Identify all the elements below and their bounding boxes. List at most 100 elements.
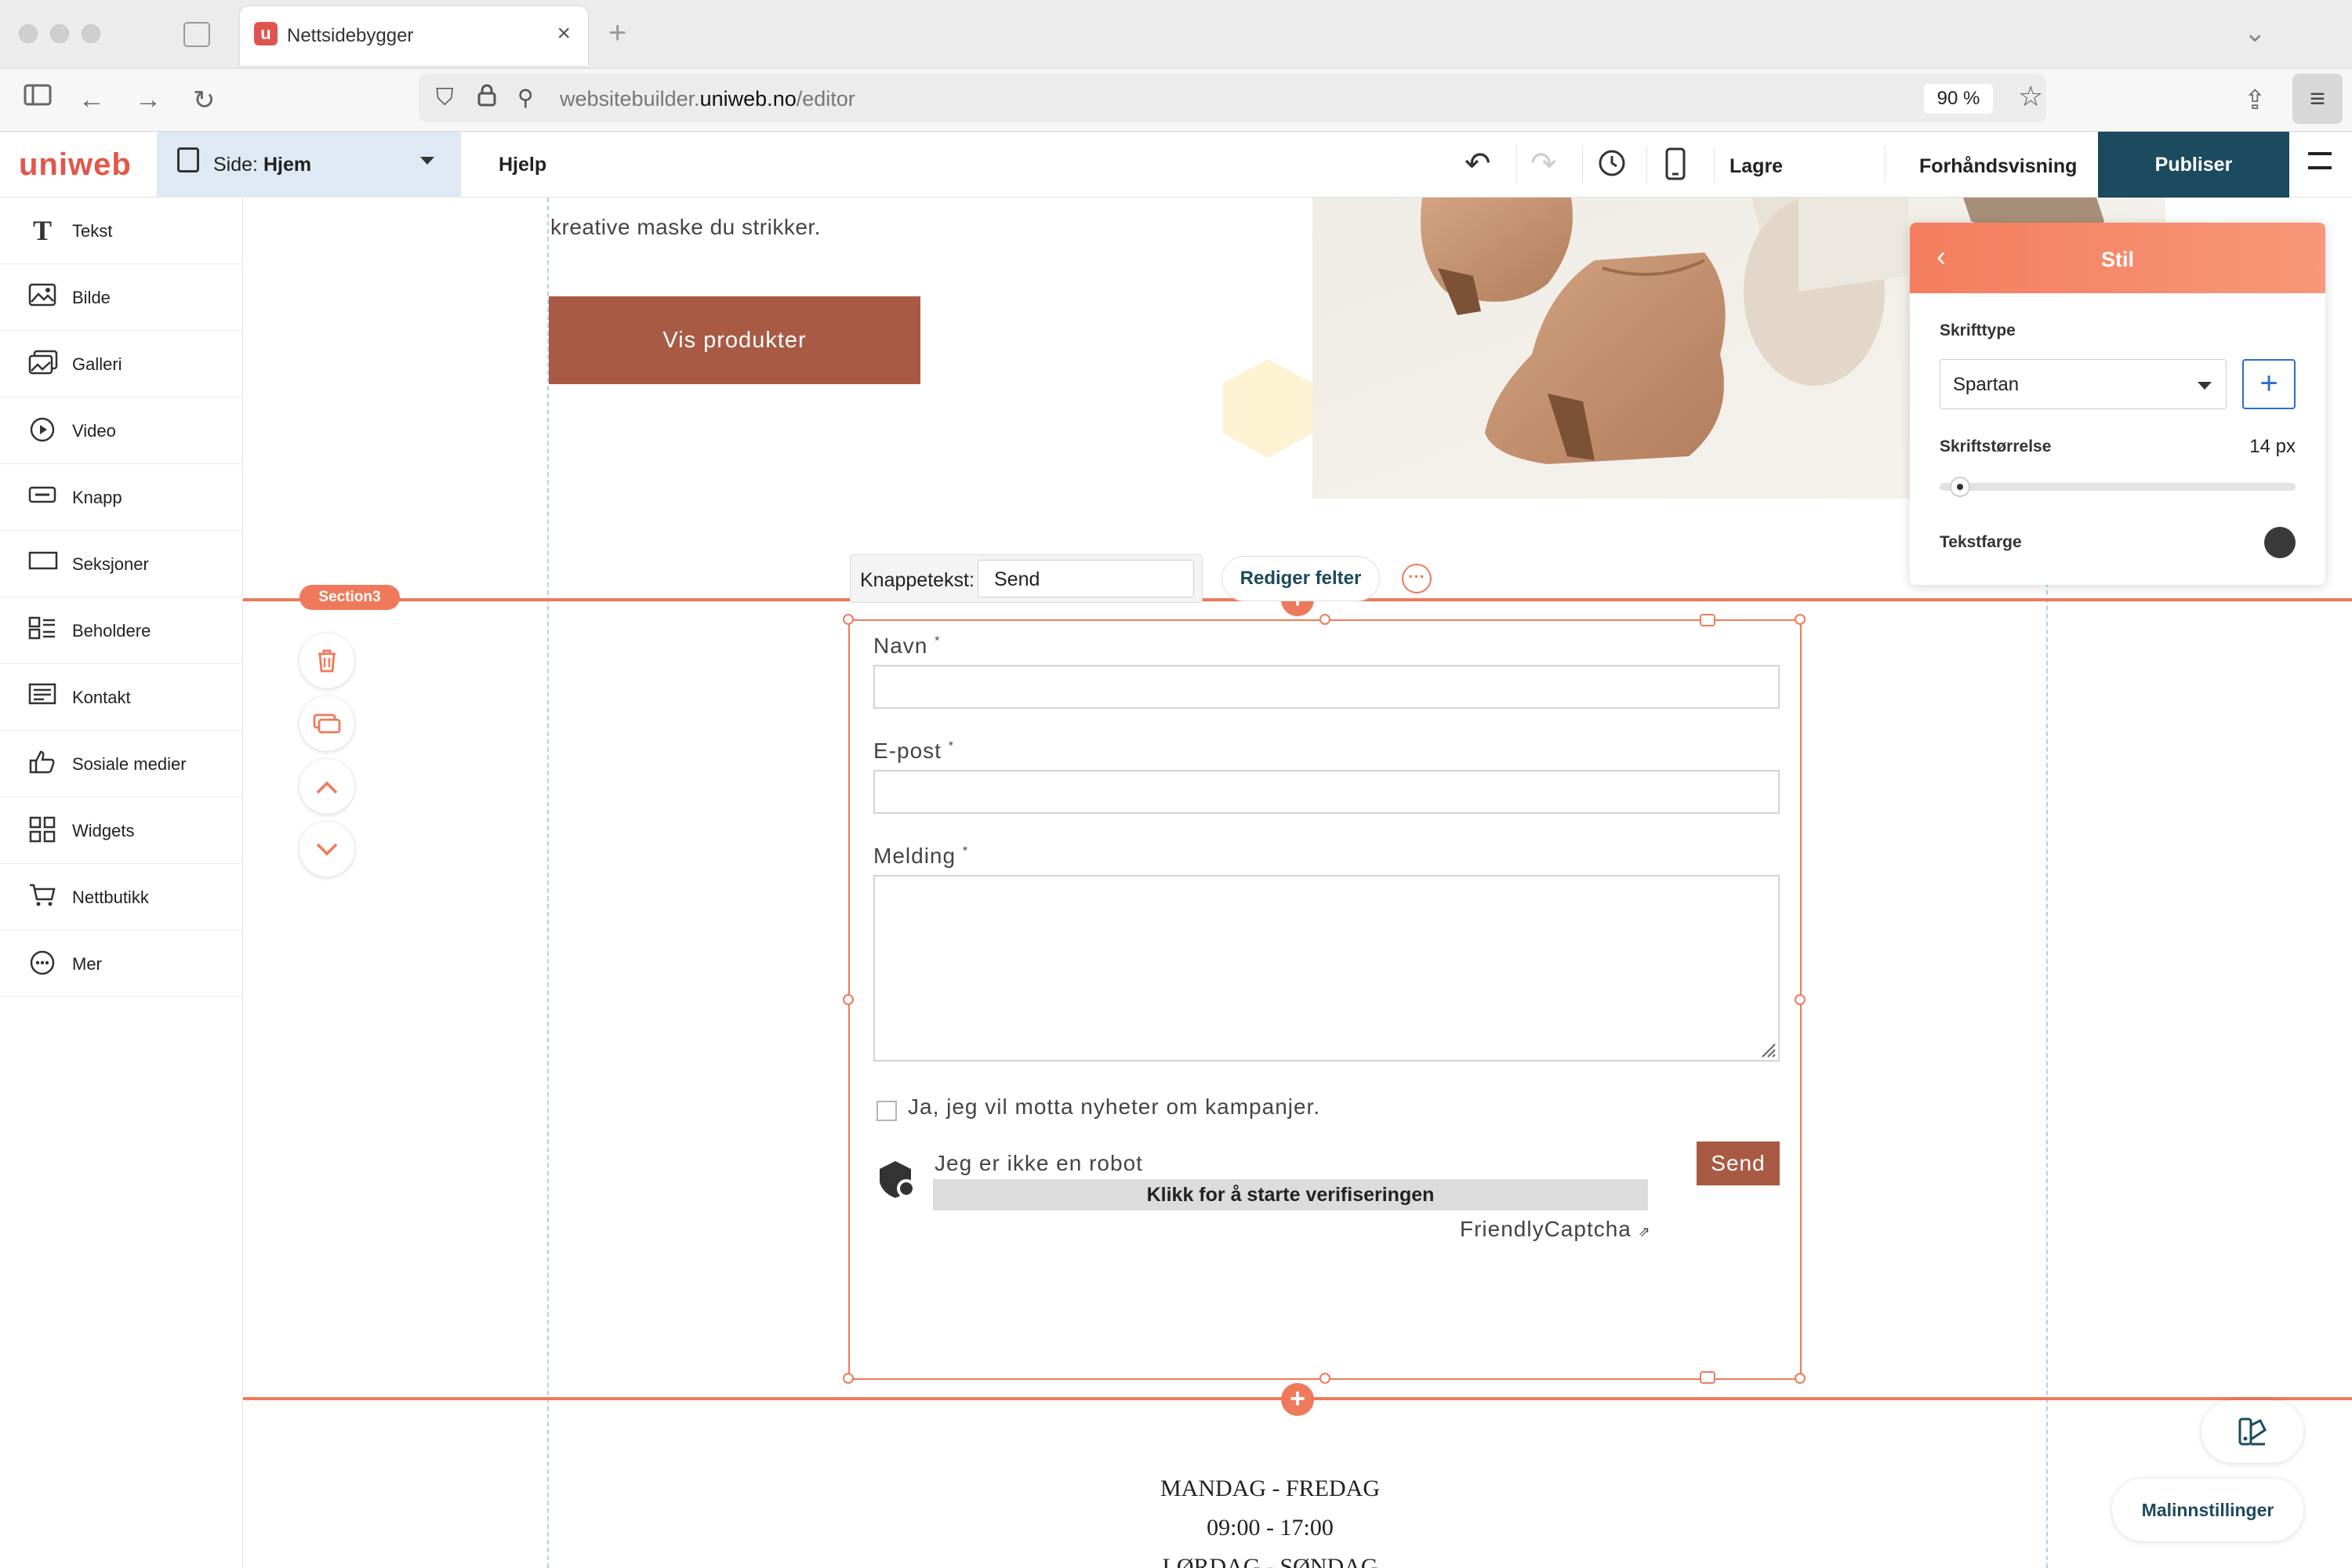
forward-arrow-icon[interactable]: →: [135, 85, 162, 115]
sidebar-item-label: Mer: [72, 954, 102, 974]
resize-handle[interactable]: [1795, 1373, 1806, 1384]
publish-button[interactable]: Publiser: [2098, 132, 2289, 198]
more-options-icon[interactable]: ···: [1402, 564, 1432, 593]
video-icon: [28, 416, 56, 445]
sidebar-item-mer[interactable]: Mer: [0, 931, 243, 997]
reload-icon[interactable]: ↻: [193, 85, 216, 116]
sidebar-item-label: Knapp: [72, 488, 122, 507]
sidebar-item-label: Beholdere: [72, 621, 151, 641]
move-section-up-button[interactable]: [299, 759, 354, 814]
trash-icon: [318, 649, 336, 673]
font-size-slider[interactable]: [1940, 477, 2296, 497]
shield-icon[interactable]: ⛉: [436, 85, 454, 111]
email-field[interactable]: [873, 770, 1780, 814]
page-selector[interactable]: Side: Hjem: [157, 132, 461, 198]
send-button[interactable]: Send: [1697, 1142, 1780, 1185]
save-button[interactable]: Lagre: [1730, 155, 1783, 178]
window-zoom-dot[interactable]: [82, 24, 100, 43]
move-section-down-button[interactable]: [299, 822, 354, 877]
hero-text[interactable]: kreative maske du strikker.: [550, 215, 821, 240]
sidebar-item-label: Nettbutikk: [72, 887, 149, 907]
window-minimize-dot[interactable]: [50, 24, 69, 43]
toolbar-divider: [1516, 146, 1517, 183]
zoom-level-badge[interactable]: 90 %: [1924, 84, 1993, 114]
permissions-icon[interactable]: ⚲: [517, 85, 534, 111]
sidebar-item-nettbutikk[interactable]: Nettbutikk: [0, 864, 243, 931]
collapse-handle-icon[interactable]: [1700, 614, 1715, 626]
hours-weekdays: MANDAG - FREDAG: [1160, 1475, 1380, 1501]
resize-handle[interactable]: [1319, 614, 1330, 625]
sidebar-item-label: Galleri: [72, 354, 122, 374]
lock-icon[interactable]: [477, 83, 497, 113]
redo-icon[interactable]: ↷: [1530, 146, 1557, 182]
browser-menu-icon[interactable]: ≡: [2292, 74, 2343, 124]
chevron-down-icon: [420, 157, 434, 165]
editor-toolbar: uniweb Side: Hjem Hjelp ↶ ↷ Lagre Forhån…: [0, 132, 2352, 198]
sidebar-item-galleri[interactable]: Galleri: [0, 331, 243, 397]
sidebar-item-sosiale-medier[interactable]: Sosiale medier: [0, 731, 243, 797]
window-close-dot[interactable]: [19, 24, 38, 43]
add-section-below-icon[interactable]: +: [1281, 1383, 1314, 1416]
undo-icon[interactable]: ↶: [1465, 146, 1491, 182]
sidebar-item-kontakt[interactable]: Kontakt: [0, 664, 243, 731]
duplicate-section-button[interactable]: [299, 696, 354, 751]
new-tab-icon[interactable]: +: [608, 16, 626, 51]
sidebar-toggle-icon[interactable]: [24, 83, 52, 114]
form-toolbar: Knappetekst: Send Rediger felter ···: [850, 554, 1439, 606]
newsletter-checkbox[interactable]: [877, 1101, 897, 1121]
text-color-swatch[interactable]: [2264, 527, 2296, 558]
message-field-label: Melding *: [873, 844, 968, 869]
sidebar-item-widgets[interactable]: Widgets: [0, 797, 243, 864]
tab-close-icon[interactable]: ×: [557, 20, 571, 47]
section-badge[interactable]: Section3: [299, 585, 400, 610]
sidebar-item-tekst[interactable]: T Tekst: [0, 198, 243, 264]
resize-handle[interactable]: [843, 614, 854, 625]
collapse-handle-icon[interactable]: [1700, 1371, 1715, 1384]
button-text-input[interactable]: Send: [978, 560, 1194, 597]
captcha-start-button[interactable]: Klikk for å starte verifiseringen: [933, 1179, 1648, 1210]
template-settings-icon-button[interactable]: [2201, 1400, 2303, 1463]
bookmark-star-icon[interactable]: ☆: [2018, 80, 2043, 113]
textarea-resize-icon[interactable]: [1759, 1041, 1777, 1058]
text-icon: T: [32, 215, 52, 246]
history-icon[interactable]: [1596, 147, 1628, 187]
help-menu[interactable]: Hjelp: [499, 154, 546, 176]
resize-handle[interactable]: [1319, 1373, 1330, 1384]
style-panel-header: ‹ Stil: [1910, 223, 2325, 293]
hamburger-menu-icon[interactable]: [2308, 152, 2332, 169]
tab-overview-icon[interactable]: [183, 22, 210, 47]
tab-list-chevron-icon[interactable]: ⌄: [2244, 17, 2267, 49]
sidebar-item-bilde[interactable]: Bilde: [0, 264, 243, 331]
font-select[interactable]: Spartan: [1940, 359, 2227, 409]
mobile-view-icon[interactable]: [1665, 147, 1686, 188]
name-field[interactable]: [873, 665, 1780, 709]
back-arrow-icon[interactable]: ←: [78, 85, 105, 115]
delete-section-button[interactable]: [299, 633, 354, 688]
browser-navbar: ← → ↻ ⛉ ⚲ websitebuilder.uniweb.no/edito…: [0, 69, 2352, 132]
resize-handle[interactable]: [1795, 614, 1806, 625]
uniweb-logo[interactable]: uniweb: [19, 147, 132, 183]
share-icon[interactable]: ⇪: [2244, 85, 2267, 116]
url-domain: uniweb.no: [699, 87, 797, 111]
sidebar-item-beholdere[interactable]: Beholdere: [0, 597, 243, 664]
captcha-brand-link[interactable]: FriendlyCaptcha ⇗: [1460, 1217, 1651, 1242]
template-settings-button[interactable]: Malinnstillinger: [2112, 1479, 2303, 1541]
preview-button[interactable]: Forhåndsvisning: [1919, 155, 2077, 178]
address-bar[interactable]: ⛉ ⚲ websitebuilder.uniweb.no/editor 90 %…: [419, 74, 2046, 122]
show-products-button[interactable]: Vis produkter: [549, 296, 920, 384]
edit-fields-button[interactable]: Rediger felter: [1221, 556, 1380, 601]
url-text[interactable]: websitebuilder.uniweb.no/editor: [560, 87, 855, 111]
sections-icon: [28, 550, 58, 578]
browser-tab[interactable]: u Nettsidebygger ×: [240, 6, 588, 66]
sidebar-item-seksjoner[interactable]: Seksjoner: [0, 531, 243, 597]
add-font-button[interactable]: +: [2242, 359, 2296, 409]
resize-handle[interactable]: [1795, 994, 1806, 1005]
message-field[interactable]: [873, 875, 1780, 1062]
sidebar-item-label: Kontakt: [72, 688, 131, 707]
contact-form[interactable]: Navn * E-post * Melding * Ja, jeg vil mo…: [843, 614, 1806, 1384]
sidebar-item-video[interactable]: Video: [0, 397, 243, 464]
resize-handle[interactable]: [843, 1373, 854, 1384]
resize-handle[interactable]: [843, 994, 854, 1005]
sidebar-item-knapp[interactable]: Knapp: [0, 464, 243, 531]
font-size-slider-knob[interactable]: [1950, 477, 1970, 497]
